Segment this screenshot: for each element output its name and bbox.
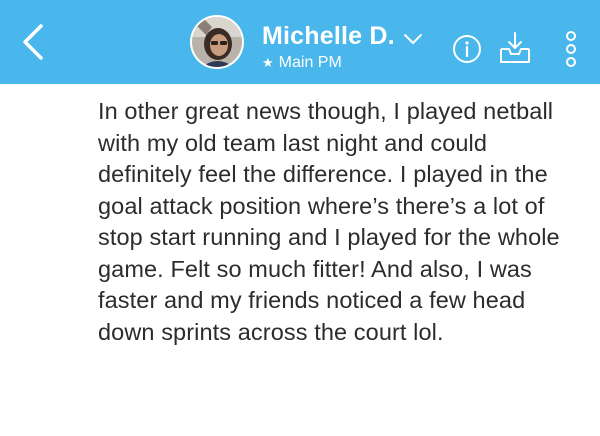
conversation-subtitle: ★ Main PM: [262, 54, 423, 72]
avatar[interactable]: [192, 17, 242, 67]
chat-header: Michelle D. ★ Main PM: [0, 0, 600, 84]
chevron-down-icon[interactable]: [403, 32, 423, 46]
info-icon: [453, 35, 481, 63]
contact-title[interactable]: Michelle D. ★ Main PM: [262, 21, 423, 72]
avatar-photo: [192, 17, 242, 67]
back-button[interactable]: [14, 22, 54, 62]
star-icon: ★: [262, 55, 274, 70]
inbox-download-icon: [500, 32, 530, 63]
subtitle-label: Main PM: [278, 54, 342, 71]
info-button[interactable]: [452, 34, 482, 64]
more-vertical-icon: [566, 31, 576, 67]
back-arrow-icon: [23, 24, 43, 60]
message-body: In other great news though, I played net…: [98, 98, 560, 345]
contact-name[interactable]: Michelle D.: [262, 21, 395, 51]
save-to-inbox-button[interactable]: [497, 31, 533, 65]
more-options-button[interactable]: [563, 31, 579, 67]
